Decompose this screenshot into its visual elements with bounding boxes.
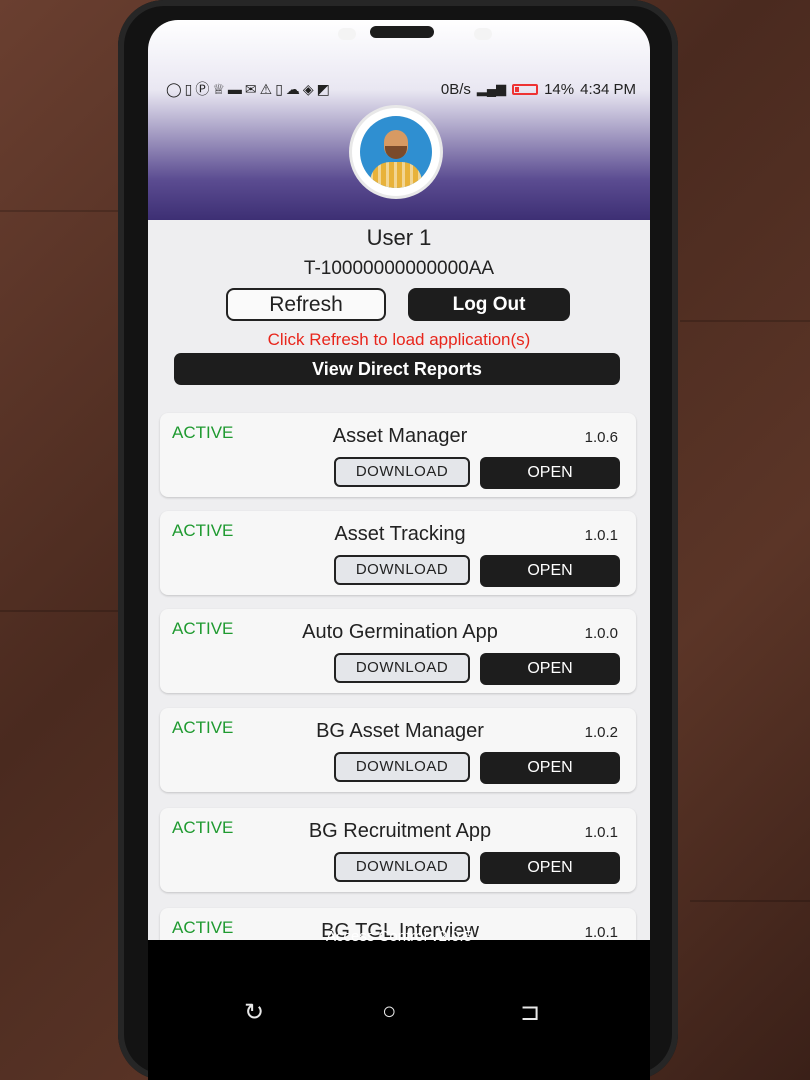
download-button[interactable]: DOWNLOAD (334, 457, 470, 487)
logout-button[interactable]: Log Out (408, 288, 570, 321)
refresh-button[interactable]: Refresh (226, 288, 386, 321)
open-button[interactable]: OPEN (480, 852, 620, 884)
battery-icon (512, 83, 539, 95)
app-version: 1.0.2 (584, 724, 618, 741)
app-status: ACTIVE (172, 619, 234, 638)
app-card: ACTIVE BG Asset Manager 1.0.2 DOWNLOAD O… (160, 708, 636, 792)
app-status: ACTIVE (172, 521, 234, 540)
app-version: 1.0.1 (584, 527, 618, 544)
home-icon[interactable]: ○ (382, 998, 397, 1026)
app-card: ACTIVE Auto Germination App 1.0.0 DOWNLO… (160, 609, 636, 693)
refresh-hint: Click Refresh to load application(s) (267, 330, 531, 349)
user-id: T-10000000000000AA (303, 258, 495, 279)
network-speed: 0B/s (440, 80, 471, 98)
recent-apps-icon[interactable]: ↻ (244, 998, 264, 1027)
avatar[interactable] (352, 108, 440, 196)
camera-icon (338, 28, 356, 40)
sensor-icon (474, 28, 492, 40)
open-button[interactable]: OPEN (480, 653, 620, 685)
clock: 4:34 PM (580, 80, 636, 98)
app-name: BG Asset Manager (316, 720, 484, 742)
app-status: ACTIVE (172, 818, 234, 837)
app-version-footer: Access Control v2.0.5 (326, 928, 472, 945)
app-status: ACTIVE (172, 423, 234, 442)
header-area: ◯▯Ⓟ♕▬✉⚠▯☁◈◩ 0B/s ▂▄▆ 14% 4:34 PM (148, 20, 650, 220)
download-button[interactable]: DOWNLOAD (334, 555, 470, 585)
app-version: 1.0.0 (584, 625, 618, 642)
open-button[interactable]: OPEN (480, 457, 620, 489)
download-button[interactable]: DOWNLOAD (334, 752, 470, 782)
app-version: 1.0.1 (584, 824, 618, 841)
navigation-bar: Access Control v2.0.5 ↻ ○ ⊐ (148, 928, 650, 1080)
app-name: BG Recruitment App (308, 820, 492, 842)
avatar-image (360, 116, 432, 188)
app-card: ACTIVE Asset Tracking 1.0.1 DOWNLOAD OPE… (160, 511, 636, 595)
signal-icon: ▂▄▆ (476, 81, 507, 96)
battery-percent: 14% (544, 80, 575, 98)
back-icon[interactable]: ⊐ (520, 998, 540, 1027)
download-button[interactable]: DOWNLOAD (334, 653, 470, 683)
view-direct-reports-button[interactable]: View Direct Reports (174, 353, 620, 385)
open-button[interactable]: OPEN (480, 555, 620, 587)
app-name: Asset Manager (332, 425, 468, 447)
speaker-grille (370, 26, 434, 38)
download-button[interactable]: DOWNLOAD (334, 852, 470, 882)
status-bar: ◯▯Ⓟ♕▬✉⚠▯☁◈◩ 0B/s ▂▄▆ 14% 4:34 PM (166, 78, 636, 100)
app-version: 1.0.6 (584, 429, 618, 446)
app-name: Auto Germination App (302, 621, 498, 643)
open-button[interactable]: OPEN (480, 752, 620, 784)
app-status: ACTIVE (172, 718, 234, 737)
app-card: ACTIVE BG Recruitment App 1.0.1 DOWNLOAD… (160, 808, 636, 892)
phone-screen: ◯▯Ⓟ♕▬✉⚠▯☁◈◩ 0B/s ▂▄▆ 14% 4:34 PM User 1 … (148, 20, 650, 1080)
app-card: ACTIVE Asset Manager 1.0.6 DOWNLOAD OPEN (160, 413, 636, 497)
app-name: Asset Tracking (334, 523, 466, 545)
notification-icons: ◯▯Ⓟ♕▬✉⚠▯☁◈◩ (166, 81, 333, 97)
user-name: User 1 (366, 225, 432, 250)
